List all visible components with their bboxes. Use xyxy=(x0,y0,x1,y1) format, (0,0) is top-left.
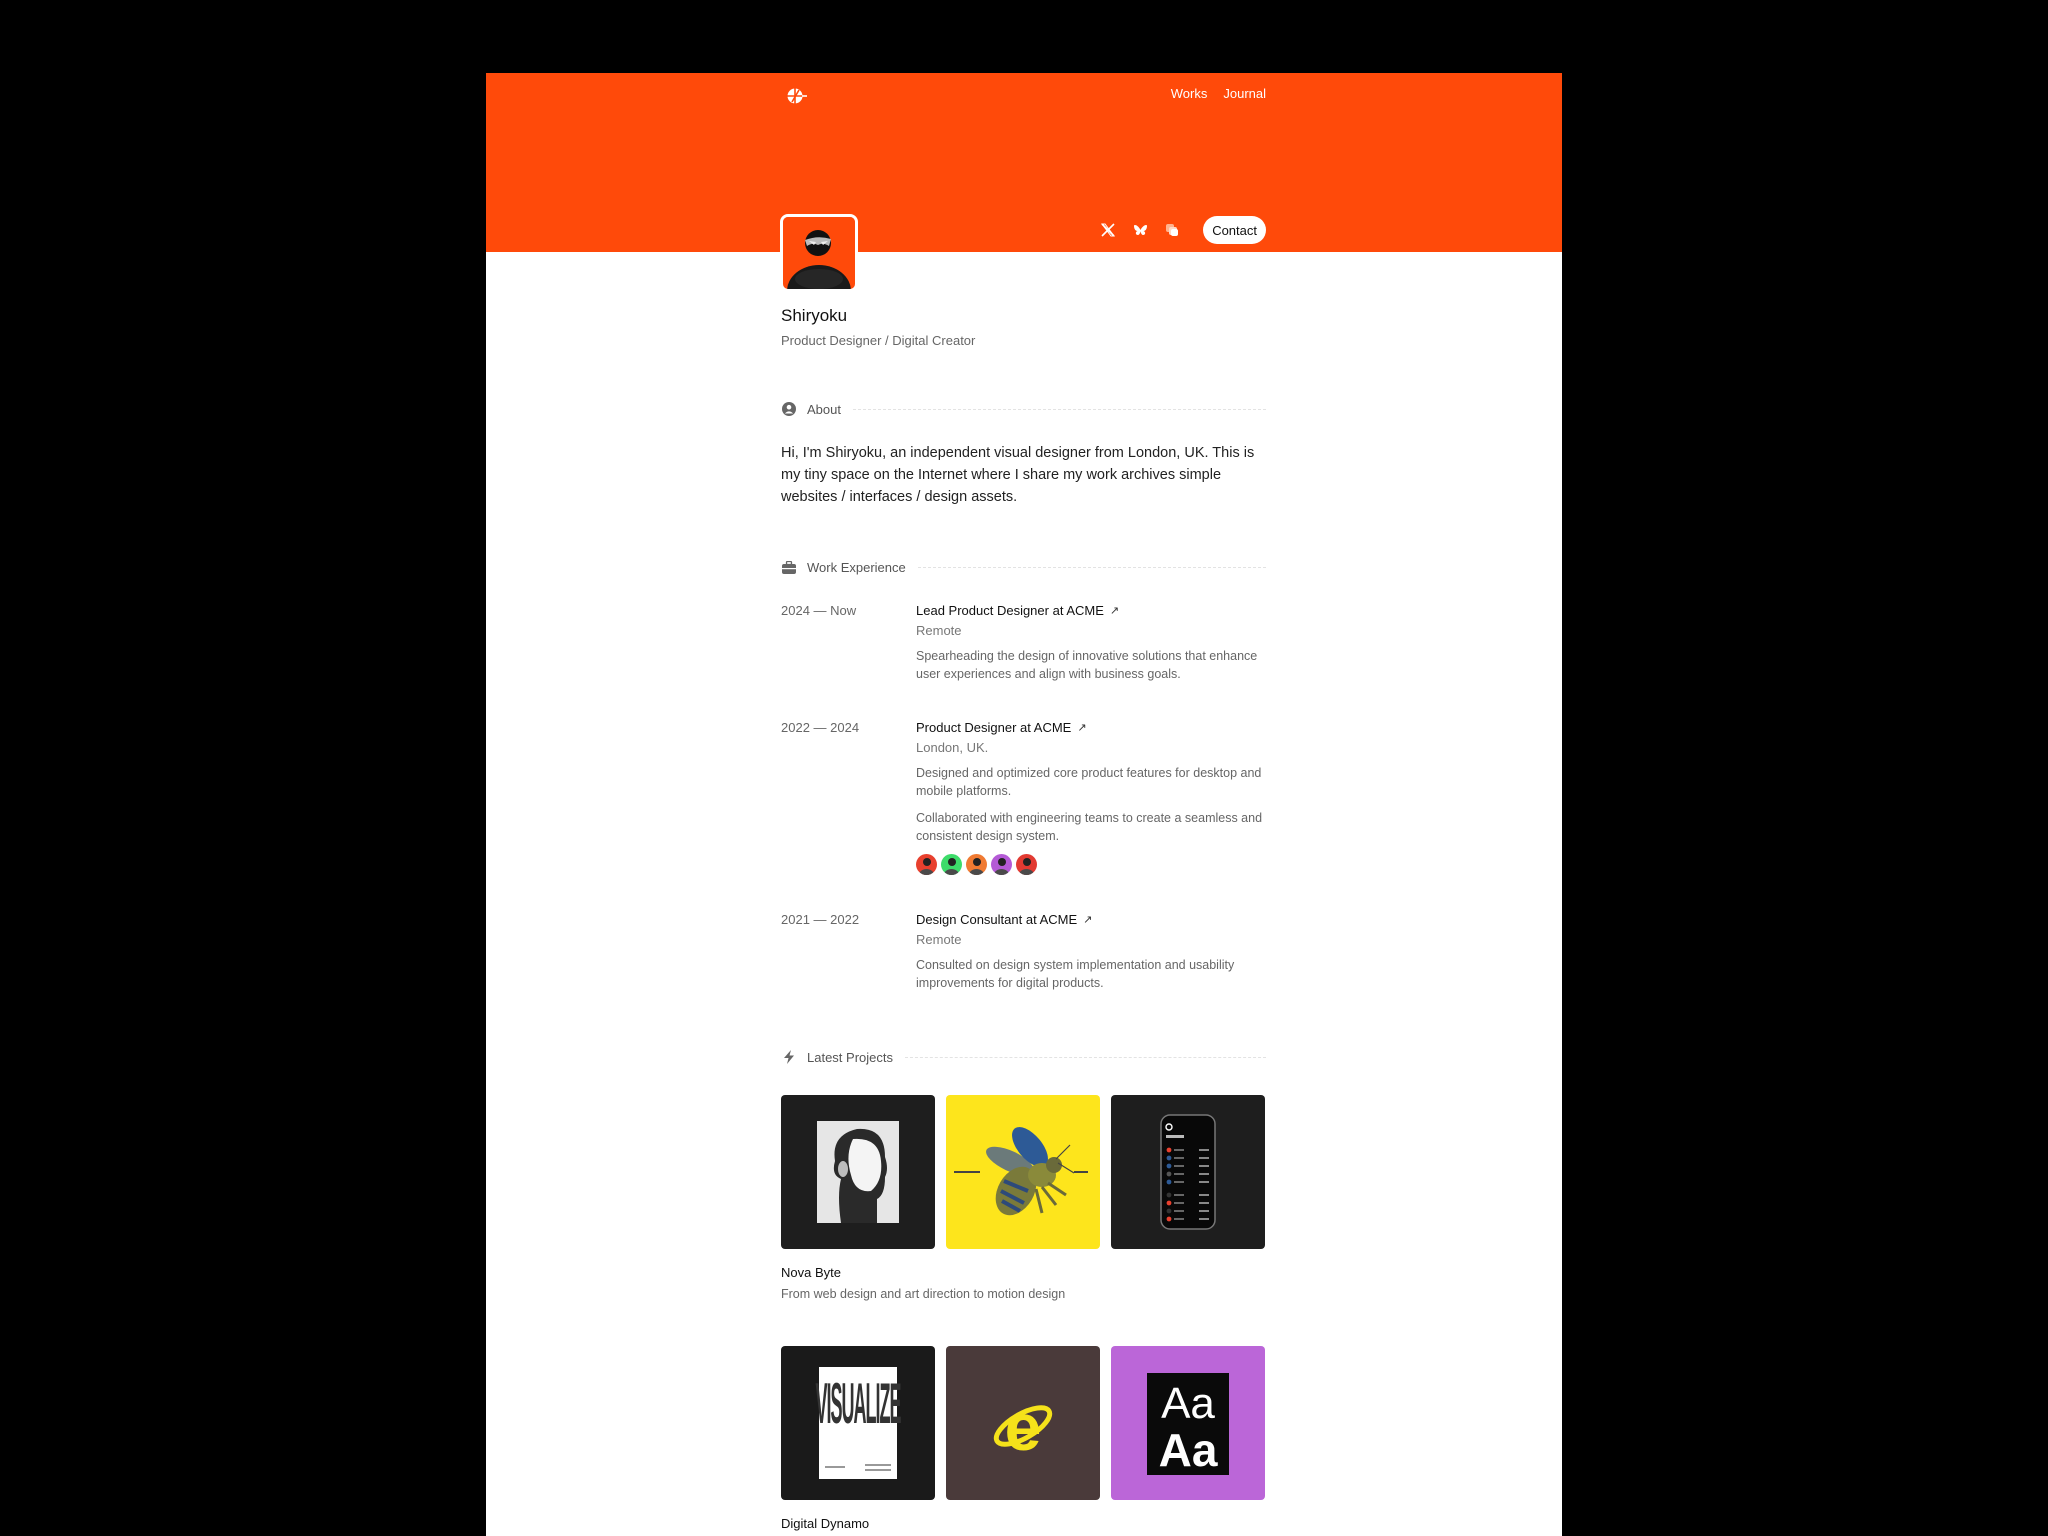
team-avatar[interactable] xyxy=(1016,854,1037,875)
user-circle-icon xyxy=(781,401,797,417)
poster-text: VISUALIZE xyxy=(816,1372,901,1437)
divider xyxy=(852,408,1266,410)
external-link-arrow-icon: ↗ xyxy=(1083,914,1093,926)
experience-description: Designed and optimized core product feat… xyxy=(916,766,1262,798)
profile-name: Shiryoku xyxy=(781,306,848,325)
project-tile-type-specimen[interactable]: Aa Aa xyxy=(1111,1346,1265,1500)
bluesky-butterfly-icon[interactable] xyxy=(1131,221,1149,239)
profile-role: Product Designer / Digital Creator xyxy=(781,333,976,348)
experience-title: Design Consultant at ACME xyxy=(916,912,1078,927)
project-tile-browser-logo[interactable]: e xyxy=(946,1346,1100,1500)
team-avatar[interactable] xyxy=(991,854,1012,875)
hero-banner xyxy=(486,73,1562,252)
team-avatars xyxy=(916,854,1266,875)
project-name[interactable]: Digital Dynamo xyxy=(781,1516,1266,1531)
experience-description: Spearheading the design of innovative so… xyxy=(916,649,1258,681)
briefcase-icon xyxy=(781,559,797,575)
experience-description: Consulted on design system implementatio… xyxy=(916,958,1235,990)
contact-button[interactable]: Contact xyxy=(1203,216,1266,244)
nav-link-works[interactable]: Works xyxy=(1171,86,1208,101)
project-gallery xyxy=(781,1095,1266,1249)
brand-logo-icon[interactable] xyxy=(783,83,809,109)
external-link-arrow-icon: ↗ xyxy=(1077,722,1087,734)
team-avatar[interactable] xyxy=(916,854,937,875)
experience-title-link[interactable]: Design Consultant at ACME ↗ xyxy=(916,912,1266,927)
stack-layers-icon[interactable] xyxy=(1163,221,1181,239)
experience-period: 2024 — Now xyxy=(781,603,857,618)
experience-title-link[interactable]: Product Designer at ACME ↗ xyxy=(916,720,1266,735)
avatar xyxy=(780,214,858,292)
divider xyxy=(905,1056,1266,1058)
experience-location: London, UK. xyxy=(916,740,989,755)
project-tile-visualize-poster[interactable]: VISUALIZE xyxy=(781,1346,935,1500)
experience-period: 2021 — 2022 xyxy=(781,912,860,927)
project-gallery: VISUALIZE e Aa Aa xyxy=(781,1346,1266,1500)
external-link-arrow-icon: ↗ xyxy=(1109,605,1120,617)
experience-title: Product Designer at ACME xyxy=(916,720,1072,735)
projects-heading: Latest Projects xyxy=(807,1049,893,1065)
about-text: Hi, I'm Shiryoku, an independent visual … xyxy=(781,445,1255,505)
top-nav: Works Journal xyxy=(1171,86,1266,101)
lightning-bolt-icon xyxy=(781,1049,797,1065)
about-heading: About xyxy=(807,401,841,417)
project-description: From web design and art direction to mot… xyxy=(781,1287,1066,1301)
team-avatar[interactable] xyxy=(966,854,987,875)
experience-title-link[interactable]: Lead Product Designer at ACME ↗ xyxy=(916,603,1266,618)
experience-location: Remote xyxy=(916,623,962,638)
project-tile-phone[interactable] xyxy=(1111,1095,1265,1249)
experience-item: 2024 — Now Lead Product Designer at ACME… xyxy=(781,603,1266,683)
social-links: Contact xyxy=(1099,216,1266,244)
specimen-text: Aa xyxy=(1161,1379,1215,1428)
experience-section-header: Work Experience xyxy=(781,559,1266,575)
experience-location: Remote xyxy=(916,932,962,947)
team-avatar[interactable] xyxy=(941,854,962,875)
experience-description: Collaborated with engineering teams to c… xyxy=(916,811,1263,843)
experience-item: 2022 — 2024 Product Designer at ACME ↗ L… xyxy=(781,720,1266,875)
experience-heading: Work Experience xyxy=(807,559,906,575)
experience-item: 2021 — 2022 Design Consultant at ACME ↗ … xyxy=(781,912,1266,992)
project-tile-bee[interactable] xyxy=(946,1095,1100,1249)
project-tile-portrait[interactable] xyxy=(781,1095,935,1249)
divider xyxy=(917,566,1266,568)
projects-section-header: Latest Projects xyxy=(781,1049,1266,1065)
about-section-header: About xyxy=(781,401,1266,417)
svg-text:e: e xyxy=(1005,1390,1042,1464)
specimen-text-bold: Aa xyxy=(1159,1424,1218,1476)
page: Works Journal Contact Shiryoku Product D… xyxy=(486,73,1562,1536)
x-twitter-icon[interactable] xyxy=(1099,221,1117,239)
experience-period: 2022 — 2024 xyxy=(781,720,860,735)
experience-title: Lead Product Designer at ACME xyxy=(916,603,1104,618)
nav-link-journal[interactable]: Journal xyxy=(1223,86,1266,101)
project-name[interactable]: Nova Byte xyxy=(781,1265,1266,1280)
